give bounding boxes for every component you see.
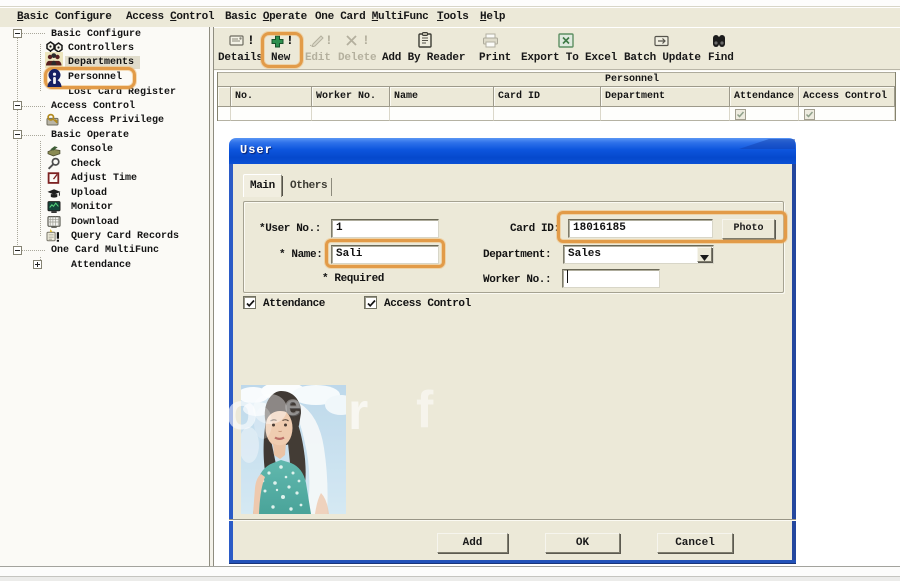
svg-text:e: e: [284, 389, 301, 422]
